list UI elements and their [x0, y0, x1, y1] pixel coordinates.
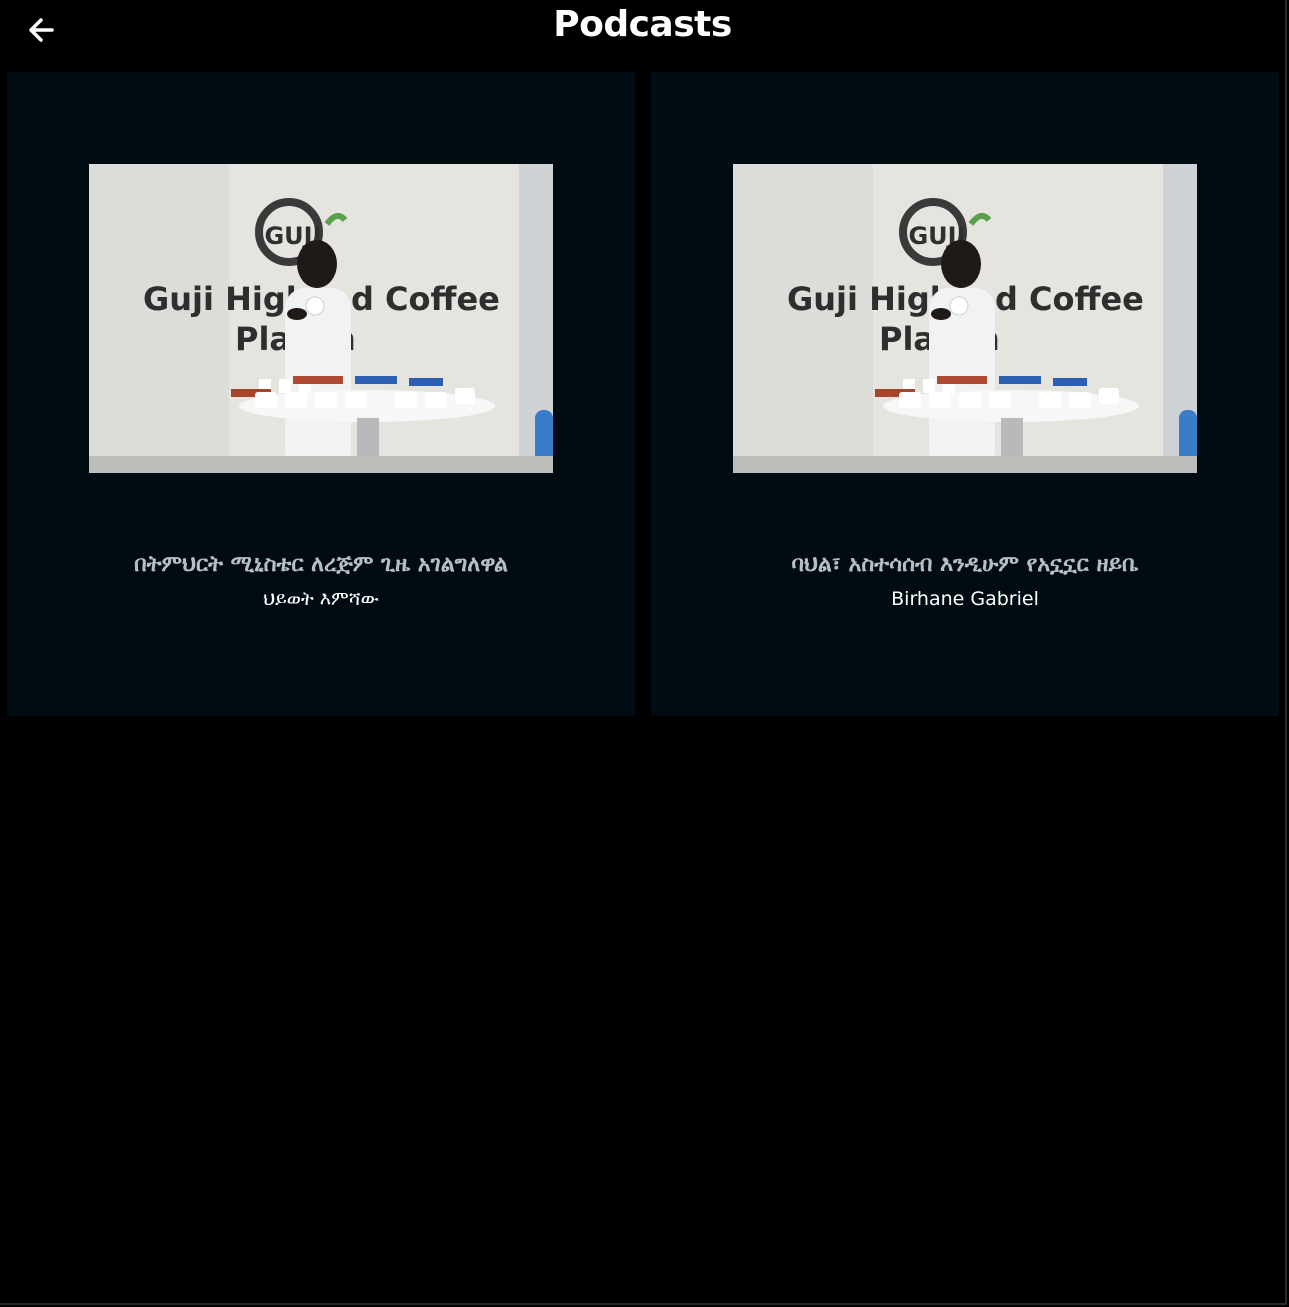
svg-text:Pla: Pla — [879, 320, 935, 358]
page-title: Podcasts — [553, 4, 732, 45]
svg-text:Guji High: Guji High — [787, 280, 953, 318]
podcast-thumbnail: GUJI Guji High d Coffee Pla n — [89, 164, 553, 473]
svg-text:Pla: Pla — [235, 320, 291, 358]
svg-text:Guji High: Guji High — [143, 280, 309, 318]
podcast-card[interactable]: GUJI Guji High d Coffee Pla n — [651, 72, 1279, 716]
podcast-grid: GUJI Guji High d Coffee Pla n — [7, 72, 1280, 716]
podcast-title: ባህል፣ አስተሳሰብ እንዲሁም የአኗኗር ዘይቤ — [791, 552, 1139, 577]
top-bar: Podcasts — [0, 0, 1285, 60]
podcast-title: በትምህርት ሚኒስቴር ለረጅም ጊዜ አገልግለዋል — [134, 552, 508, 577]
svg-text:d Coffee: d Coffee — [995, 280, 1144, 318]
podcast-card[interactable]: GUJI Guji High d Coffee Pla n — [7, 72, 635, 716]
app-root: Podcasts GUJI Guji High d Coffee Pla n — [0, 0, 1287, 1305]
podcast-author: ህይወት እምሻው — [263, 588, 379, 610]
svg-text:d Coffee: d Coffee — [351, 280, 500, 318]
podcast-thumbnail: GUJI Guji High d Coffee Pla n — [733, 164, 1197, 473]
podcast-author: Birhane Gabriel — [891, 588, 1039, 610]
